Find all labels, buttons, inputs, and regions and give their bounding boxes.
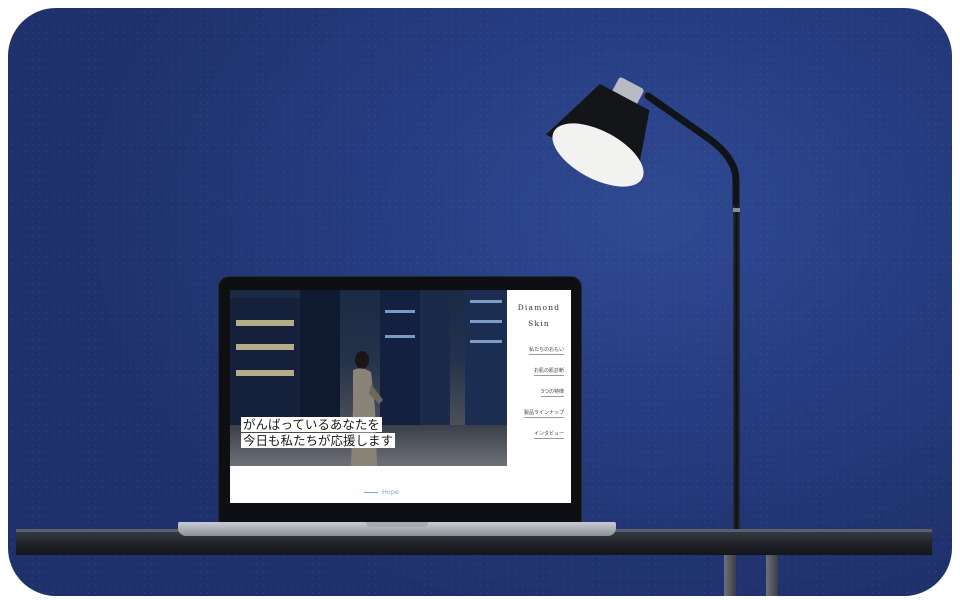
section-label: Hope [382, 488, 399, 496]
lit-windows [236, 344, 294, 350]
desk-leg [766, 555, 778, 596]
lit-windows [236, 370, 294, 376]
section-divider [364, 492, 378, 493]
headline-line-1: がんばっているあなたを [241, 417, 382, 432]
nav-link-products[interactable]: 製品ラインナップ [523, 409, 564, 418]
lit-windows [236, 320, 294, 326]
headline-line-2: 今日も私たちが応援します [241, 433, 396, 448]
laptop-display: がんばっているあなたを 今日も私たちが応援します Diamond Skin 私た… [230, 290, 571, 503]
nav-link-philosophy[interactable]: 私たちのおもい [529, 346, 564, 355]
hero-photo: がんばっているあなたを 今日も私たちが応援します [230, 290, 507, 466]
hero-headline: がんばっているあなたを 今日も私たちが応援します [241, 417, 396, 449]
logo-line-1: Diamond [517, 303, 561, 312]
site-logo[interactable]: Diamond Skin [507, 300, 571, 332]
lit-windows [470, 320, 502, 323]
lit-windows [470, 300, 502, 303]
laptop-opening-notch [366, 522, 428, 527]
lit-windows [385, 310, 415, 313]
lit-windows [385, 335, 415, 338]
nav-link-features[interactable]: 3つの特徴 [540, 388, 564, 397]
nav-link-interview[interactable]: インタビュー [533, 430, 564, 439]
site-side-nav: Diamond Skin 私たちのおもい お肌の肌診断 3つの特徴 製品ラインナ… [507, 290, 571, 466]
lamp-pole [733, 205, 740, 532]
lamp-ring [733, 208, 740, 212]
logo-line-2: Skin [528, 319, 550, 328]
lit-windows [470, 340, 502, 343]
desk-leg [724, 555, 736, 596]
nav-link-skin-diagnosis[interactable]: お肌の肌診断 [533, 367, 564, 376]
